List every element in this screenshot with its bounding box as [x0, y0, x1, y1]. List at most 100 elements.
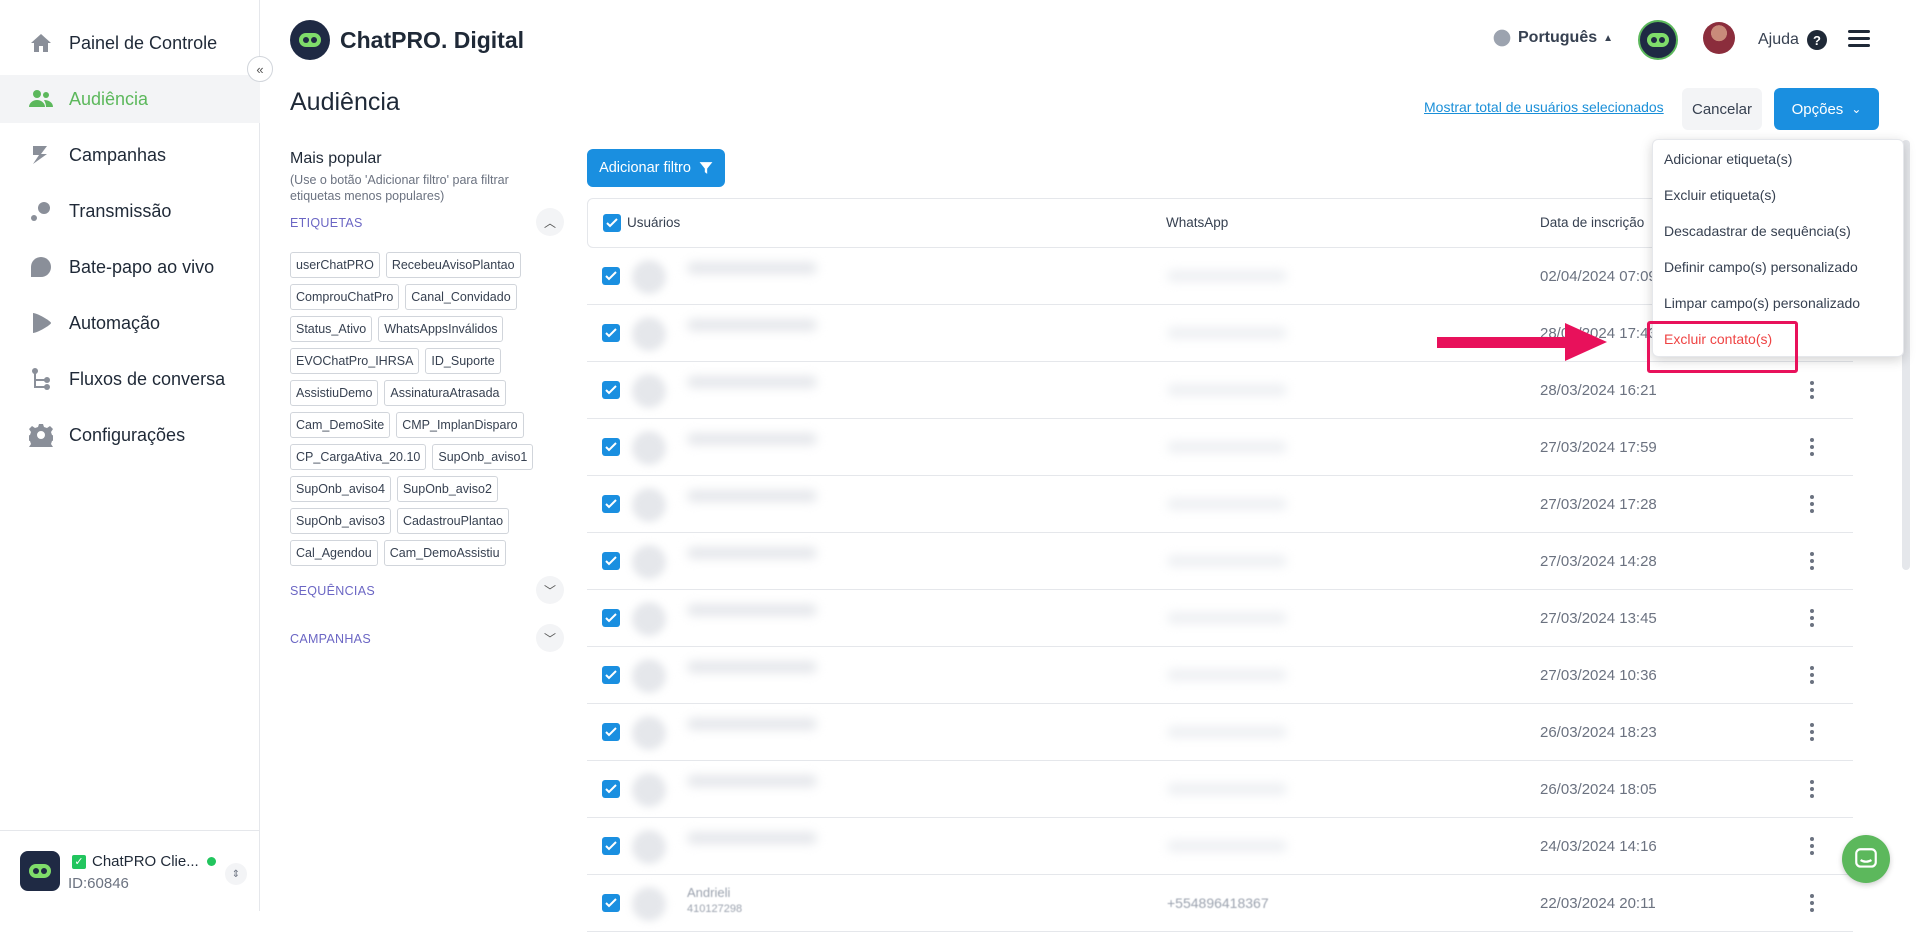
menu-item-clear-custom-field[interactable]: Limpar campo(s) personalizado: [1664, 295, 1860, 311]
tag-chip[interactable]: AssinaturaAtrasada: [384, 380, 506, 406]
tag-chip[interactable]: SupOnb_aviso4: [290, 476, 391, 502]
table-row[interactable]: 26/03/2024 18:23: [587, 704, 1853, 761]
tag-chip[interactable]: Status_Ativo: [290, 316, 373, 342]
tag-chip[interactable]: SupOnb_aviso1: [432, 444, 534, 470]
user-avatar[interactable]: [1703, 22, 1735, 54]
kebab-menu-icon[interactable]: [1807, 891, 1817, 915]
tags-section-title[interactable]: ETIQUETAS: [290, 216, 363, 230]
table-row[interactable]: 24/03/2024 14:16: [587, 818, 1853, 875]
sidebar-item-transmissao[interactable]: Transmissão: [0, 187, 260, 235]
check-icon: [605, 271, 617, 281]
row-checkbox[interactable]: [602, 837, 620, 855]
tag-chip[interactable]: EVOChatPro_IHRSA: [290, 348, 420, 374]
table-row[interactable]: 27/03/2024 14:28: [587, 533, 1853, 590]
row-phone-blurred: [1167, 384, 1287, 396]
table-row[interactable]: 27/03/2024 10:36: [587, 647, 1853, 704]
row-phone-blurred: [1167, 498, 1287, 510]
sort-arrows-icon[interactable]: ⇕: [225, 863, 247, 885]
kebab-menu-icon[interactable]: [1807, 720, 1817, 744]
show-total-link[interactable]: Mostrar total de usuários selecionados: [1424, 99, 1664, 115]
language-label: Português: [1518, 29, 1598, 46]
tag-chip[interactable]: Cam_DemoAssistiu: [383, 540, 506, 566]
help-link[interactable]: Ajuda ?: [1758, 30, 1827, 50]
row-checkbox[interactable]: [602, 324, 620, 342]
row-phone-blurred: [1167, 669, 1287, 681]
brand[interactable]: ChatPRO. Digital: [290, 20, 524, 60]
sequences-section-title[interactable]: SEQUÊNCIAS: [290, 584, 375, 598]
column-whatsapp[interactable]: WhatsApp: [1166, 215, 1228, 230]
tag-chip[interactable]: Canal_Convidado: [405, 284, 517, 310]
row-checkbox[interactable]: [602, 381, 620, 399]
tag-chip[interactable]: SupOnb_aviso2: [396, 476, 498, 502]
check-icon: [605, 499, 617, 509]
column-users[interactable]: Usuários: [627, 215, 680, 230]
tag-chip[interactable]: CMP_ImplanDisparo: [396, 412, 524, 438]
table-row[interactable]: 27/03/2024 17:28: [587, 476, 1853, 533]
tag-chip[interactable]: SupOnb_aviso3: [290, 508, 391, 534]
sidebar-item-campanhas[interactable]: Campanhas: [0, 131, 260, 179]
row-checkbox[interactable]: [602, 780, 620, 798]
check-icon: [605, 613, 617, 623]
tag-chip[interactable]: CP_CargaAtiva_20.10: [290, 444, 427, 470]
kebab-menu-icon[interactable]: [1807, 606, 1817, 630]
table-row[interactable]: 26/03/2024 18:05: [587, 761, 1853, 818]
kebab-menu-icon[interactable]: [1807, 378, 1817, 402]
bot-avatar[interactable]: [1638, 20, 1678, 60]
flow-icon: [28, 366, 54, 392]
account-switcher[interactable]: ✓ ChatPRO Clie... ID:60846 ⇕: [0, 830, 260, 911]
kebab-menu-icon[interactable]: [1807, 663, 1817, 687]
tag-chip[interactable]: userChatPRO: [290, 252, 380, 278]
sidebar-item-bate-papo[interactable]: Bate-papo ao vivo: [0, 243, 260, 291]
sidebar-item-configuracoes[interactable]: Configurações: [0, 411, 260, 459]
table-row[interactable]: 27/03/2024 13:45: [587, 590, 1853, 647]
chevron-down-icon[interactable]: ﹀: [536, 576, 564, 604]
tag-chip[interactable]: AssistiuDemo: [290, 380, 379, 406]
row-date: 28/03/2024 16:21: [1540, 382, 1657, 399]
row-checkbox[interactable]: [602, 894, 620, 912]
campaigns-section-title[interactable]: CAMPANHAS: [290, 632, 371, 646]
menu-item-remove-tag[interactable]: Excluir etiqueta(s): [1664, 187, 1776, 203]
kebab-menu-icon[interactable]: [1807, 834, 1817, 858]
tag-chip[interactable]: ID_Suporte: [425, 348, 501, 374]
tag-chip[interactable]: Cam_DemoSite: [290, 412, 391, 438]
row-checkbox[interactable]: [602, 495, 620, 513]
tag-chip[interactable]: RecebeuAvisoPlantao: [385, 252, 521, 278]
kebab-menu-icon[interactable]: [1807, 777, 1817, 801]
column-date[interactable]: Data de inscrição: [1540, 215, 1644, 230]
hamburger-menu-icon[interactable]: [1848, 30, 1870, 48]
sidebar-item-painel[interactable]: Painel de Controle: [0, 19, 260, 67]
sidebar-item-fluxos[interactable]: Fluxos de conversa: [0, 355, 260, 403]
account-name: ✓ ChatPRO Clie...: [72, 853, 216, 870]
add-filter-button[interactable]: Adicionar filtro: [587, 149, 725, 187]
row-checkbox[interactable]: [602, 438, 620, 456]
tag-chip[interactable]: Cal_Agendou: [290, 540, 378, 566]
kebab-menu-icon[interactable]: [1807, 549, 1817, 573]
row-checkbox[interactable]: [602, 609, 620, 627]
table-row[interactable]: 27/03/2024 17:59: [587, 419, 1853, 476]
brand-name: ChatPRO. Digital: [340, 26, 525, 53]
check-icon: [605, 727, 617, 737]
chevron-down-icon[interactable]: ﹀: [536, 624, 564, 652]
table-row[interactable]: Andrieli 410127298 +554896418367 22/03/2024…: [587, 875, 1853, 932]
row-checkbox[interactable]: [602, 552, 620, 570]
kebab-menu-icon[interactable]: [1807, 435, 1817, 459]
row-checkbox[interactable]: [602, 723, 620, 741]
menu-item-add-tag[interactable]: Adicionar etiqueta(s): [1664, 151, 1792, 167]
menu-item-unsubscribe-sequence[interactable]: Descadastrar de sequência(s): [1664, 223, 1851, 239]
cancel-button[interactable]: Cancelar: [1682, 88, 1762, 130]
row-checkbox[interactable]: [602, 666, 620, 684]
tag-chip[interactable]: CadastrouPlantao: [396, 508, 510, 534]
select-all-checkbox[interactable]: [603, 214, 621, 232]
sidebar-item-automacao[interactable]: Automação: [0, 299, 260, 347]
kebab-menu-icon[interactable]: [1807, 492, 1817, 516]
collapse-sidebar-button[interactable]: «: [247, 56, 273, 82]
chevron-up-icon[interactable]: ︿: [536, 208, 564, 236]
sidebar-item-audiencia[interactable]: Audiência: [0, 75, 260, 123]
chat-support-button[interactable]: [1842, 835, 1890, 883]
tag-chip[interactable]: WhatsAppsInválidos: [378, 316, 504, 342]
tag-chip[interactable]: ComprouChatPro: [290, 284, 400, 310]
language-selector[interactable]: Português ▲: [1492, 28, 1613, 48]
options-button[interactable]: Opções ⌄: [1774, 88, 1879, 130]
row-checkbox[interactable]: [602, 267, 620, 285]
menu-item-set-custom-field[interactable]: Definir campo(s) personalizado: [1664, 259, 1858, 275]
